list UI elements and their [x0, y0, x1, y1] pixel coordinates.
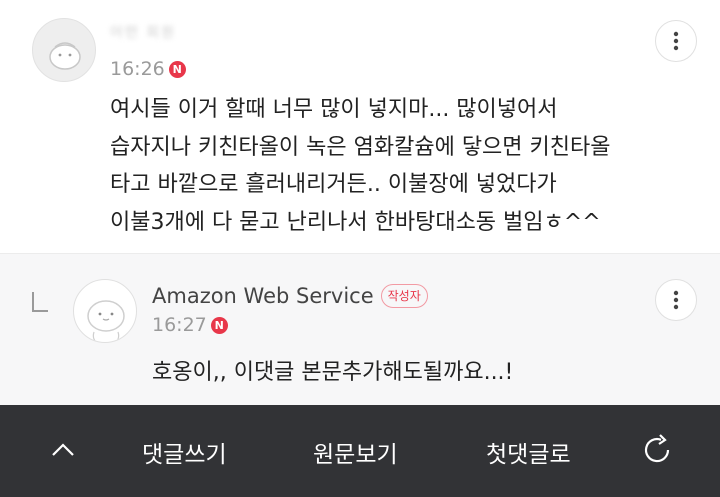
comment-time-text: 16:26 [110, 58, 165, 80]
reply-time-text: 16:27 [152, 314, 207, 336]
scroll-top-button[interactable] [48, 435, 78, 465]
reply-author-name: Amazon Web Service [152, 284, 374, 308]
reply-more-button[interactable] [655, 279, 697, 321]
write-comment-button[interactable]: 댓글쓰기 [142, 435, 227, 469]
refresh-icon [644, 434, 670, 463]
writer-badge: 작성자 [380, 284, 428, 308]
comment-thread-screen: 어떤 회원 16:26 N 여시들 이거 할때 너무 많이 넣지마... 많이넣어… [0, 0, 720, 497]
default-profile-icon [49, 42, 81, 70]
comment-line: 습자지나 키친타올이 녹은 염화칼슘에 닿으면 키친타올 [110, 134, 611, 160]
comment-time: 16:26 N [110, 58, 186, 80]
refresh-button[interactable] [639, 432, 675, 468]
kebab-menu-icon [673, 31, 679, 51]
reply-body: 호옹이,, 이댓글 본문추가해도될까요...! [152, 360, 514, 385]
new-badge: N [168, 61, 186, 78]
reply-time: 16:27 N [152, 314, 228, 336]
avatar[interactable] [32, 18, 96, 82]
chevron-up-icon [52, 443, 74, 456]
new-badge: N [210, 317, 228, 334]
comment-line: 이불3개에 다 묻고 난리나서 한바탕대소동 벌임ㅎ^^ [110, 209, 601, 235]
view-original-button[interactable]: 원문보기 [313, 435, 398, 469]
reply-arrow-icon [32, 292, 48, 312]
first-comment-button[interactable]: 첫댓글로 [486, 435, 571, 469]
comment-line: 여시들 이거 할때 너무 많이 넣지마... 많이넣어서 [110, 97, 558, 122]
bottom-toolbar: 댓글쓰기 원문보기 첫댓글로 [0, 405, 720, 497]
comment-more-button[interactable] [655, 20, 697, 62]
kebab-menu-icon [673, 290, 679, 310]
reply-item: Amazon Web Service 작성자 16:27 N 호옹이,, 이댓글 본… [0, 253, 720, 405]
comment-line: 타고 바깥으로 흘러내리거든.. 이불장에 넣었다가 [110, 172, 557, 197]
comment-author-blurred: 어떤 회원 [110, 25, 176, 41]
comment-item: 어떤 회원 16:26 N 여시들 이거 할때 너무 많이 넣지마... 많이넣어… [0, 0, 720, 253]
avatar[interactable] [73, 279, 137, 343]
default-profile-icon [87, 300, 125, 342]
comment-body: 여시들 이거 할때 너무 많이 넣지마... 많이넣어서 습자지나 키친타올이 … [110, 91, 670, 241]
reply-author: Amazon Web Service 작성자 [152, 284, 428, 308]
